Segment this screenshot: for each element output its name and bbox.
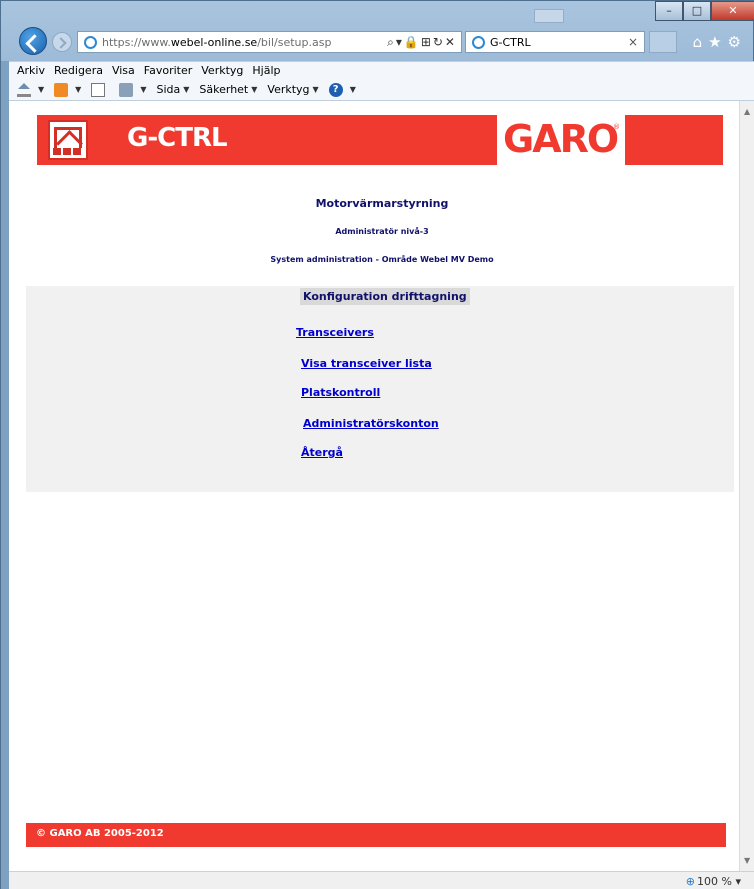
url-path: /bil/setup.asp [257, 36, 332, 49]
garage-logo-icon [48, 120, 88, 160]
chevron-down-icon: ▼ [312, 85, 319, 94]
scroll-up-icon[interactable]: ▲ [744, 107, 750, 116]
menu-favoriter[interactable]: Favoriter [144, 64, 192, 77]
forward-button[interactable] [52, 32, 72, 52]
status-bar: ⊕ 100 % ▾ [9, 871, 754, 889]
menu-hjalp[interactable]: Hjälp [252, 64, 280, 77]
address-bar[interactable]: https://www.webel-online.se/bil/setup.as… [77, 31, 462, 53]
command-bar: ▼ ▼ ▼ Sida ▼ Säkerhet ▼ Verktyg ▼ ? ▼ [9, 79, 754, 101]
chevron-down-icon: ▼ [251, 85, 258, 94]
registered-mark-icon: ® [613, 123, 620, 131]
area-subtitle: System administration - Område Webel MV … [270, 255, 494, 264]
home-icon [17, 82, 31, 97]
menu-arkiv[interactable]: Arkiv [17, 64, 45, 77]
link-atergaa[interactable]: Återgå [301, 446, 343, 459]
chevron-down-icon: ▼ [140, 85, 147, 94]
chevron-down-icon: ▼ [183, 85, 190, 94]
browser-window: – □ ✕ https://www.webel-online.se/bil/se… [0, 0, 754, 889]
mail-icon [91, 82, 106, 97]
ie-page-icon [84, 36, 97, 49]
page-viewport: G-CTRL GARO ® Motorvärmarstyrning Admini… [9, 101, 739, 871]
menu-bar: Arkiv Redigera Visa Favoriter Verktyg Hj… [9, 61, 754, 79]
scroll-down-icon[interactable]: ▼ [744, 856, 750, 865]
tab-title: G-CTRL [490, 36, 531, 49]
url-host: webel-online.se [170, 36, 258, 49]
link-transceivers[interactable]: Transceivers [296, 326, 374, 339]
company-logo: GARO [503, 117, 619, 161]
help-button[interactable]: ? ▼ [328, 82, 356, 97]
menu-redigera[interactable]: Redigera [54, 64, 103, 77]
config-panel: Konfiguration drifttagning Transceivers … [26, 286, 734, 492]
brand-logo: G-CTRL [127, 123, 228, 153]
home-button[interactable]: ▼ [17, 82, 45, 97]
window-left-edge [1, 61, 9, 889]
home-favorites-settings-icons[interactable]: ⌂★⚙ [693, 33, 747, 51]
tab-g-ctrl[interactable]: G-CTRL × [465, 31, 645, 53]
sakerhet-label: Säkerhet [199, 83, 249, 96]
header-banner: G-CTRL GARO ® [37, 115, 723, 165]
vertical-scrollbar[interactable]: ▲ ▼ [739, 101, 754, 871]
sakerhet-menu[interactable]: Säkerhet ▼ [199, 83, 257, 96]
chevron-down-icon: ▼ [75, 85, 82, 94]
minimize-button[interactable]: – [655, 1, 683, 21]
print-icon [119, 82, 134, 97]
close-tab-icon[interactable]: × [628, 35, 638, 49]
rss-icon [54, 82, 69, 97]
zoom-level: 100 % [697, 875, 732, 888]
back-button[interactable] [19, 27, 47, 55]
zoom-icon: ⊕ [685, 875, 696, 888]
footer-copyright: © GARO AB 2005-2012 [36, 828, 164, 839]
feeds-button[interactable]: ▼ [54, 82, 82, 97]
window-thumbnail [534, 9, 564, 23]
link-visa-transceiver-lista[interactable]: Visa transceiver lista [301, 357, 432, 370]
menu-verktyg[interactable]: Verktyg [201, 64, 243, 77]
close-window-button[interactable]: ✕ [711, 1, 754, 21]
window-controls: – □ ✕ [655, 1, 754, 21]
section-title: Konfiguration drifttagning [300, 288, 470, 305]
mail-button[interactable] [91, 82, 109, 97]
new-tab-button[interactable] [649, 31, 677, 53]
verktyg-menu[interactable]: Verktyg ▼ [267, 83, 318, 96]
garage-cars-shape [53, 148, 83, 155]
admin-level: Administratör nivå-3 [335, 227, 429, 236]
url-prefix: https://www. [102, 36, 171, 49]
link-administratorskonton[interactable]: Administratörskonton [303, 417, 439, 430]
verktyg-label: Verktyg [267, 83, 310, 96]
page-title: Motorvärmarstyrning [315, 197, 449, 210]
print-button[interactable]: ▼ [119, 82, 147, 97]
address-tools-icon[interactable]: ⌕▾🔒⊞↻✕ [387, 35, 457, 50]
sida-label: Sida [156, 83, 181, 96]
address-url[interactable]: https://www.webel-online.se/bil/setup.as… [102, 36, 331, 49]
footer-bar: © GARO AB 2005-2012 [26, 823, 726, 847]
title-bar: – □ ✕ https://www.webel-online.se/bil/se… [9, 1, 754, 61]
menu-visa[interactable]: Visa [112, 64, 135, 77]
help-icon: ? [328, 82, 343, 97]
ie-tab-icon [472, 36, 485, 49]
chevron-down-icon: ▼ [38, 85, 45, 94]
link-platskontroll[interactable]: Platskontroll [301, 386, 380, 399]
zoom-control[interactable]: ⊕ 100 % ▾ [686, 875, 741, 888]
chevron-down-icon: ▼ [349, 85, 356, 94]
sida-menu[interactable]: Sida ▼ [156, 83, 189, 96]
maximize-button[interactable]: □ [683, 1, 711, 21]
